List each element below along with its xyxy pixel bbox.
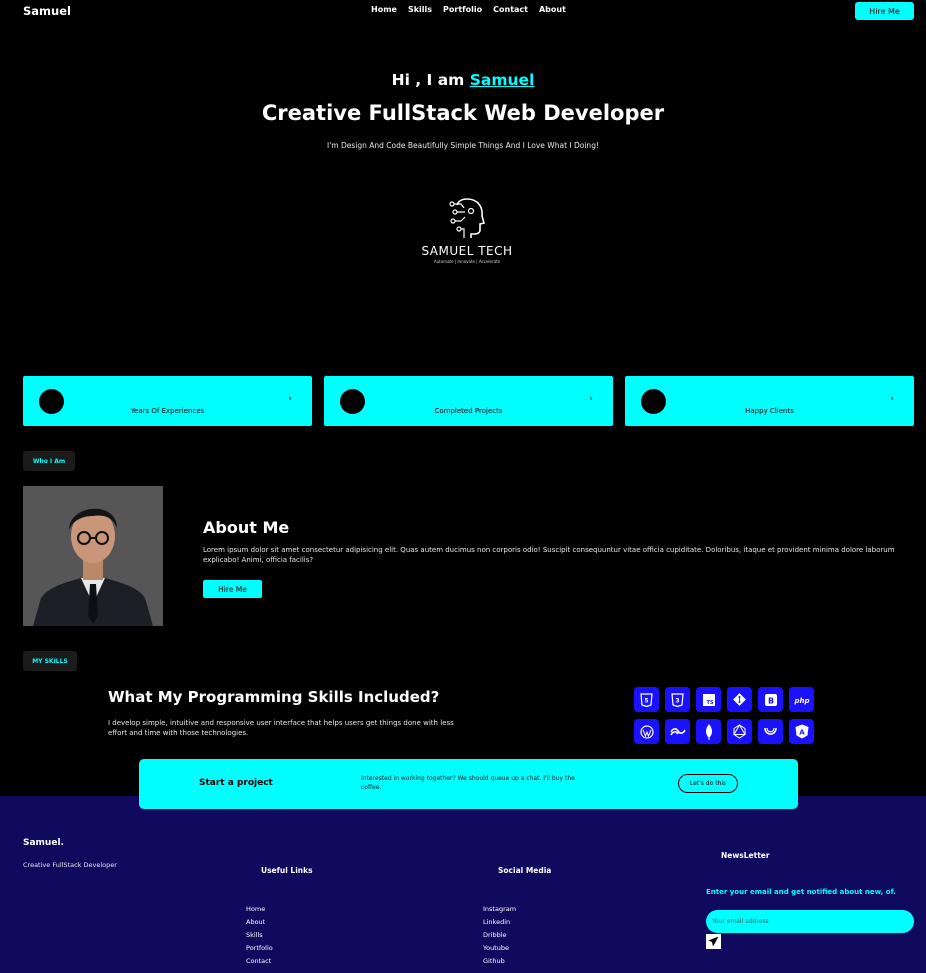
paper-plane-icon [708, 936, 719, 947]
stat-card-experience[interactable]: Years Of Experiences › [23, 376, 312, 426]
skills-title: What My Programming Skills Included? [108, 688, 440, 706]
svg-text:5: 5 [644, 697, 648, 704]
portrait-image [23, 486, 163, 626]
my-skills-pill: MY SKILLS [23, 651, 77, 671]
css3-icon: 3 [665, 687, 690, 712]
footer-link-skills[interactable]: Skills [246, 929, 273, 942]
brand-logo[interactable]: Samuel [23, 4, 71, 18]
robot-head-icon [449, 198, 485, 238]
angular-icon: A [789, 719, 814, 744]
bootstrap-icon: B [758, 687, 783, 712]
who-i-am-pill: Who I Am [23, 451, 75, 471]
stat-card-projects[interactable]: Completed Projects › [324, 376, 613, 426]
newsletter-text: Enter your email and get notified about … [706, 888, 896, 896]
profile-photo [23, 486, 163, 626]
footer-tagline: Creative FullStack Developer [23, 861, 117, 869]
laravel-icon [758, 719, 783, 744]
footer-link-portfolio[interactable]: Portfolio [246, 942, 273, 955]
skills-text: I develop simple, intuitive and responsi… [108, 719, 454, 737]
php-icon: php [789, 687, 814, 712]
tailwind-icon [665, 719, 690, 744]
logo-tagline: Automate | Innovate | Accelerate [433, 259, 501, 264]
hire-me-button[interactable]: Hire Me [855, 2, 914, 20]
start-project-banner: Start a project Interested in working to… [139, 759, 798, 809]
nav-link-skills[interactable]: Skills [408, 5, 432, 14]
hero-greeting: Hi , I am Samuel [0, 71, 926, 89]
nav-link-about[interactable]: About [539, 5, 566, 14]
social-link-youtube[interactable]: Youtube [483, 942, 516, 955]
chevron-right-icon: › [288, 394, 292, 404]
footer-background [0, 796, 926, 973]
footer-link-contact[interactable]: Contact [246, 955, 273, 968]
graphql-icon [727, 719, 752, 744]
about-title: About Me [203, 518, 290, 537]
newsletter-title: NewsLetter [721, 851, 770, 860]
about-text: Lorem ipsum dolor sit amet consectetur a… [203, 546, 895, 564]
logo-name: SAMUEL TECH [421, 244, 513, 258]
social-link-instagram[interactable]: Instagram [483, 903, 516, 916]
html5-icon: 5 [634, 687, 659, 712]
chevron-right-icon: › [589, 394, 593, 404]
svg-text:3: 3 [675, 697, 679, 704]
stat-label: Years Of Experiences [130, 407, 205, 415]
social-media-title: Social Media [498, 866, 552, 875]
project-text: Interested in working together? We shoul… [361, 775, 575, 791]
useful-links-title: Useful Links [261, 866, 313, 875]
stat-label: Happy Clients [745, 407, 794, 415]
footer-link-about[interactable]: About [246, 916, 273, 929]
hero-name-link[interactable]: Samuel [470, 71, 535, 89]
skill-icon-grid: 5 3 TS B php A [634, 687, 814, 744]
wordpress-icon [634, 719, 659, 744]
typescript-icon: TS [696, 687, 721, 712]
top-navbar: Samuel Home Skills Portfolio Contact Abo… [0, 0, 926, 22]
useful-links-list: Home About Skills Portfolio Contact [246, 903, 273, 968]
svg-text:php: php [793, 697, 809, 705]
about-hire-me-button[interactable]: Hire Me [203, 580, 262, 598]
svg-text:TS: TS [706, 700, 713, 706]
email-input[interactable] [706, 910, 914, 933]
footer-link-home[interactable]: Home [246, 903, 273, 916]
samuel-tech-logo: SAMUEL TECH Automate | Innovate | Accele… [415, 196, 519, 268]
stats-row: Years Of Experiences › Completed Project… [23, 376, 914, 426]
project-title: Start a project [199, 778, 273, 788]
nav-link-home[interactable]: Home [371, 5, 397, 14]
footer-brand: Samuel. [23, 838, 64, 848]
git-icon [727, 687, 752, 712]
svg-text:B: B [767, 696, 773, 705]
nav-link-portfolio[interactable]: Portfolio [443, 5, 482, 14]
hero-subtitle: I'm Design And Code Beautifully Simple T… [327, 141, 599, 150]
mongodb-icon [696, 719, 721, 744]
chevron-right-icon: › [890, 394, 894, 404]
send-button[interactable] [706, 934, 721, 949]
nav-links: Home Skills Portfolio Contact About [371, 5, 566, 14]
nav-link-contact[interactable]: Contact [493, 5, 528, 14]
social-links-list: Instagram Linkedin Dribble Youtube Githu… [483, 903, 516, 968]
social-link-linkedin[interactable]: Linkedin [483, 916, 516, 929]
greeting-text: Hi , I am [391, 71, 465, 89]
hero-title: Creative FullStack Web Developer [261, 101, 665, 125]
stat-label: Completed Projects [434, 407, 503, 415]
svg-text:A: A [799, 729, 805, 737]
stat-card-clients[interactable]: Happy Clients › [625, 376, 914, 426]
lets-do-this-button[interactable]: Let's do this [678, 774, 738, 793]
social-link-dribble[interactable]: Dribble [483, 929, 516, 942]
social-link-github[interactable]: Github [483, 955, 516, 968]
